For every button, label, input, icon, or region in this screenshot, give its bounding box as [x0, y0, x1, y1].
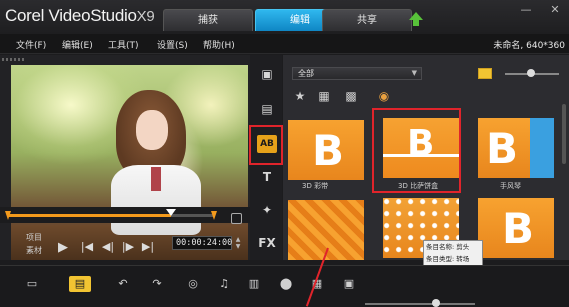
annotation-highlight-tool: [249, 125, 283, 165]
undo-icon[interactable]: ↶: [112, 276, 134, 292]
storyboard-view-icon[interactable]: ▭: [21, 276, 43, 292]
instant-project-icon[interactable]: ▤: [257, 100, 277, 118]
logo-version: X9: [136, 8, 155, 25]
timecode-field[interactable]: 00:00:24:00: [172, 236, 232, 250]
title-bar: Corel VideoStudioX9 捕获 编辑 共享 — ✕: [0, 0, 569, 34]
next-frame-icon[interactable]: |▶: [121, 240, 135, 253]
scrub-progress: [8, 214, 171, 217]
enlarge-icon[interactable]: [231, 213, 242, 224]
menu-help[interactable]: 帮助(H): [203, 38, 235, 51]
thumb-zoom-handle[interactable]: [527, 69, 535, 77]
sound-mixer-icon[interactable]: ♫: [213, 276, 235, 292]
panel-grip[interactable]: [2, 58, 24, 61]
preview-subject-face: [136, 110, 168, 150]
graphic-icon[interactable]: ✦: [257, 201, 277, 219]
gallery-selected: 全部: [298, 69, 314, 78]
mode-clip[interactable]: 素材: [26, 245, 42, 256]
apply-current-icon[interactable]: ▩: [343, 89, 359, 103]
gallery-dropdown[interactable]: 全部 ▼: [292, 67, 422, 80]
logo-main: Corel VideoStudio: [5, 6, 137, 25]
minimize-icon[interactable]: —: [519, 3, 533, 17]
upload-icon[interactable]: [409, 12, 423, 26]
app-logo: Corel VideoStudioX9: [5, 6, 155, 26]
timeline-view-icon[interactable]: ▤: [69, 276, 91, 292]
playhead[interactable]: [165, 209, 176, 216]
annotation-highlight-thumbnail: [372, 108, 461, 193]
transition-label: 手风琴: [500, 182, 521, 190]
apply-random-icon[interactable]: ▦: [316, 89, 332, 103]
library-scrollbar[interactable]: [562, 104, 566, 164]
auto-music-icon[interactable]: ▥: [243, 276, 265, 292]
view-toggle-icon[interactable]: [478, 68, 492, 79]
tab-capture[interactable]: 捕获: [163, 9, 253, 31]
transition-label: 3D 彩带: [302, 182, 329, 190]
end-icon[interactable]: ▶|: [141, 240, 155, 253]
transition-thumb-ribbon[interactable]: B: [288, 120, 364, 180]
record-capture-icon[interactable]: ◎: [182, 276, 204, 292]
motion-tracking-icon[interactable]: ⬤: [275, 276, 297, 292]
menu-tools[interactable]: 工具(T): [108, 38, 139, 51]
fx-icon[interactable]: FX: [257, 234, 277, 252]
play-icon[interactable]: ▶: [56, 240, 70, 255]
timecode-spinner[interactable]: ▲ ▼: [234, 236, 242, 250]
timeline-zoom-handle[interactable]: [432, 299, 440, 307]
menu-bar: 文件(F) 编辑(E) 工具(T) 设置(S) 帮助(H) 未命名, 640*3…: [0, 34, 569, 54]
mode-project[interactable]: 项目: [26, 232, 42, 243]
close-icon[interactable]: ✕: [548, 3, 562, 17]
project-info: 未命名, 640*360: [493, 41, 565, 51]
tooltip-line-type: 条目类型: 转场: [426, 255, 470, 263]
tab-share[interactable]: 共享: [322, 9, 412, 31]
prev-frame-icon[interactable]: ◀|: [101, 240, 115, 253]
timeline-zoom-slider[interactable]: [365, 303, 475, 305]
menu-edit[interactable]: 编辑(E): [62, 38, 93, 51]
menu-settings[interactable]: 设置(S): [157, 38, 188, 51]
thumbnail-tooltip: 条目名称: 剪头 条目类型: 转场: [423, 240, 483, 267]
media-icon[interactable]: ▣: [257, 65, 277, 83]
preview-subject-tie: [151, 167, 161, 191]
redo-icon[interactable]: ↷: [146, 276, 168, 292]
tooltip-line-name: 条目名称: 剪头: [426, 243, 470, 251]
player-panel: [0, 55, 250, 260]
favorites-icon[interactable]: ★: [292, 89, 308, 103]
chevron-down-icon: ▼: [411, 69, 417, 77]
multicam-icon[interactable]: ▣: [338, 276, 360, 292]
transition-thumb-accordion[interactable]: B: [478, 118, 554, 178]
video-preview[interactable]: [11, 65, 248, 260]
title-icon[interactable]: T: [257, 168, 277, 186]
scrubber[interactable]: [0, 207, 250, 223]
menu-file[interactable]: 文件(F): [16, 38, 46, 51]
transition-thumb-6[interactable]: B: [478, 198, 554, 258]
import-icon[interactable]: ◉: [376, 89, 392, 103]
home-icon[interactable]: |◀: [80, 240, 94, 253]
